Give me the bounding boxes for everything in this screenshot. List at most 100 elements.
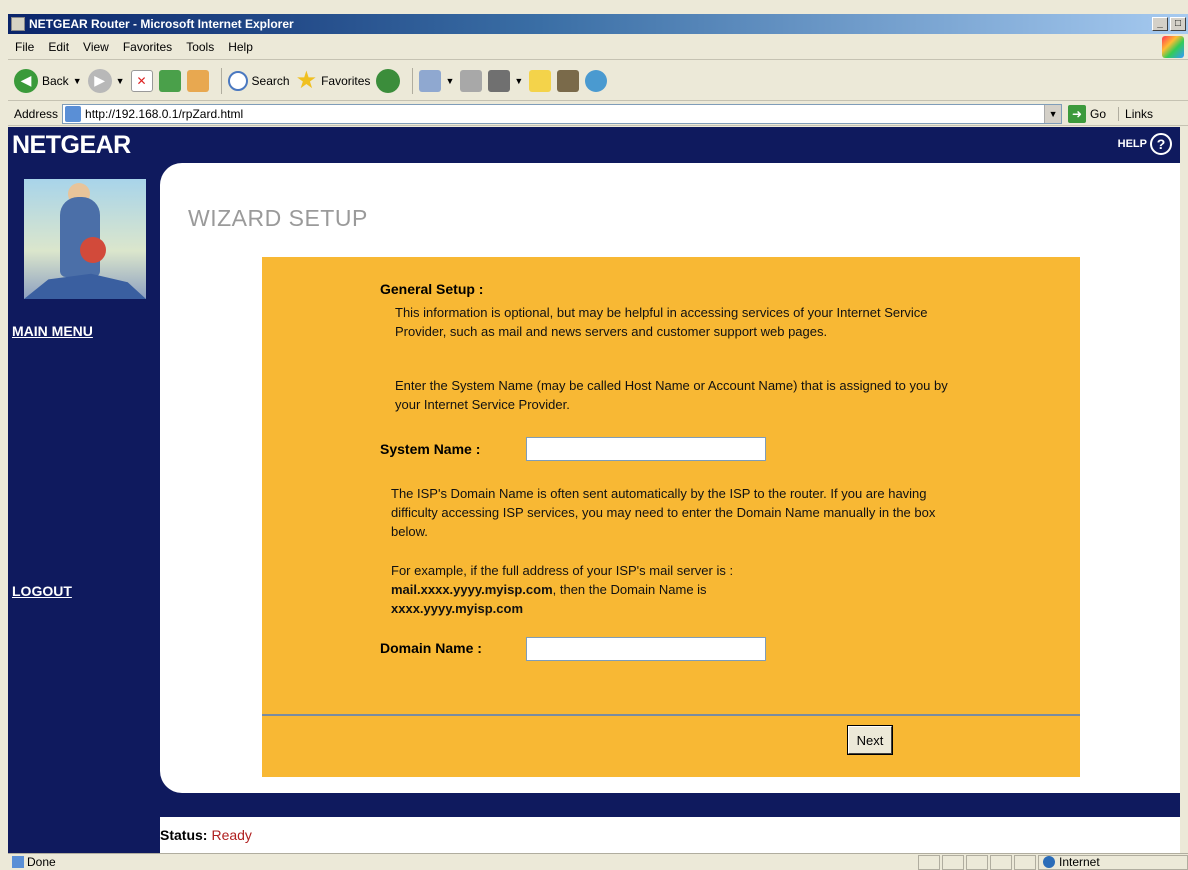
research-button[interactable] [557, 69, 580, 92]
system-name-help-text: Enter the System Name (may be called Hos… [395, 378, 948, 412]
next-button[interactable]: Next [847, 725, 893, 755]
home-button[interactable] [186, 69, 209, 92]
page-done-icon [12, 856, 24, 868]
discuss-icon [529, 69, 552, 92]
address-url: http://192.168.0.1/rpZard.html [85, 106, 244, 121]
maximize-button[interactable]: □ [1170, 17, 1186, 31]
form-divider [262, 714, 1080, 716]
media-button[interactable] [376, 68, 401, 93]
wizard-form: General Setup : This information is opti… [262, 257, 1080, 777]
print-button[interactable] [460, 69, 483, 92]
ie-icon [11, 17, 25, 31]
discuss-button[interactable] [529, 69, 552, 92]
help-label: HELP [1117, 138, 1147, 150]
domain-name-label: Domain Name : [380, 640, 482, 656]
browser-status-bar: Done Internet [8, 853, 1188, 870]
status-pane [918, 854, 940, 870]
help-link[interactable]: HELP ? [1118, 133, 1172, 155]
system-name-label: System Name : [380, 441, 481, 457]
netgear-logo: NETGEAR [12, 131, 131, 159]
edit-dropdown-icon[interactable]: ▼ [514, 76, 523, 86]
go-label: Go [1090, 106, 1107, 121]
links-button[interactable]: Links [1118, 106, 1153, 121]
page-title: WIZARD SETUP [188, 205, 368, 231]
back-button[interactable]: ◀ Back ▼ [14, 68, 82, 93]
status-value: Ready [211, 827, 252, 843]
status-label: Status: [160, 827, 208, 843]
logout-link[interactable]: LOGOUT [12, 583, 72, 599]
page-status-row: Status: Ready [160, 817, 1180, 853]
internet-globe-icon [1043, 856, 1055, 868]
example-middle: , then the Domain Name is [552, 582, 707, 597]
minimize-button[interactable]: _ [1152, 17, 1168, 31]
address-bar: Address http://192.168.0.1/rpZard.html ▼… [8, 102, 1188, 126]
windows-logo-icon [1162, 35, 1184, 58]
search-button[interactable]: Search [227, 70, 290, 91]
research-icon [557, 69, 580, 92]
stop-button[interactable]: ✕ [130, 69, 153, 92]
example-prefix: For example, if the full address of your… [391, 563, 734, 578]
domain-name-input[interactable] [526, 637, 766, 661]
messenger-icon [585, 69, 608, 92]
edit-icon [488, 69, 511, 92]
browser-window: NETGEAR Router - Microsoft Internet Expl… [0, 0, 1188, 870]
toolbar-separator [220, 67, 222, 94]
refresh-button[interactable] [158, 69, 181, 92]
menu-help[interactable]: Help [221, 40, 260, 54]
address-dropdown-icon[interactable]: ▼ [1044, 104, 1062, 123]
domain-name-help-text: The ISP's Domain Name is often sent auto… [391, 486, 936, 539]
back-arrow-icon: ◀ [14, 68, 38, 93]
menu-edit[interactable]: Edit [41, 40, 76, 54]
illustration-rock [24, 273, 146, 299]
system-name-input[interactable] [526, 437, 766, 461]
web-page: NETGEAR HELP ? MAIN MENU LOGOUT WIZARD S… [8, 127, 1180, 853]
address-input[interactable]: http://192.168.0.1/rpZard.html ▼ [62, 103, 1063, 124]
mail-dropdown-icon[interactable]: ▼ [445, 76, 454, 86]
edit-button[interactable]: ▼ [488, 69, 523, 92]
main-menu-link[interactable]: MAIN MENU [12, 323, 93, 339]
title-bar: NETGEAR Router - Microsoft Internet Expl… [8, 14, 1188, 34]
status-pane [966, 854, 988, 870]
menu-file[interactable]: File [8, 40, 41, 54]
status-pane [1014, 854, 1036, 870]
help-question-icon: ? [1150, 133, 1172, 155]
forward-button[interactable]: ▶ ▼ [87, 68, 125, 93]
forward-dropdown-icon[interactable]: ▼ [116, 76, 125, 86]
menu-bar: File Edit View Favorites Tools Help [8, 34, 1188, 60]
status-panes: Internet [916, 854, 1188, 870]
menu-view[interactable]: View [76, 40, 116, 54]
status-pane [990, 854, 1012, 870]
zone-label: Internet [1059, 855, 1100, 869]
favorites-label: Favorites [321, 73, 371, 88]
page-header: NETGEAR HELP ? [8, 127, 1180, 163]
back-dropdown-icon[interactable]: ▼ [73, 76, 82, 86]
sidebar-illustration [24, 179, 146, 299]
messenger-button[interactable] [585, 69, 608, 92]
window-title: NETGEAR Router - Microsoft Internet Expl… [29, 17, 294, 31]
menu-favorites[interactable]: Favorites [116, 40, 179, 54]
domain-example-text: For example, if the full address of your… [391, 561, 951, 618]
mail-icon [419, 69, 442, 92]
search-icon [227, 70, 248, 91]
search-label: Search [251, 73, 290, 88]
refresh-icon [158, 69, 181, 92]
menu-tools[interactable]: Tools [179, 40, 221, 54]
go-button[interactable]: ➜ Go [1068, 104, 1107, 123]
status-done: Done [8, 855, 56, 869]
status-pane [942, 854, 964, 870]
page-icon [65, 105, 82, 122]
favorites-button[interactable]: ★ Favorites [296, 66, 371, 95]
home-icon [186, 69, 209, 92]
back-label: Back [42, 73, 69, 88]
example-domain: xxxx.yyyy.myisp.com [391, 601, 524, 616]
status-done-label: Done [27, 855, 56, 869]
gear-icon [80, 237, 106, 263]
section-title: General Setup : [380, 281, 484, 297]
toolbar-separator [412, 67, 414, 94]
go-arrow-icon: ➜ [1068, 104, 1087, 123]
window-controls: _ □ [1152, 17, 1188, 31]
print-icon [460, 69, 483, 92]
intro-text: This information is optional, but may be… [395, 305, 928, 339]
mail-button[interactable]: ▼ [419, 69, 454, 92]
security-zone: Internet [1038, 854, 1188, 870]
